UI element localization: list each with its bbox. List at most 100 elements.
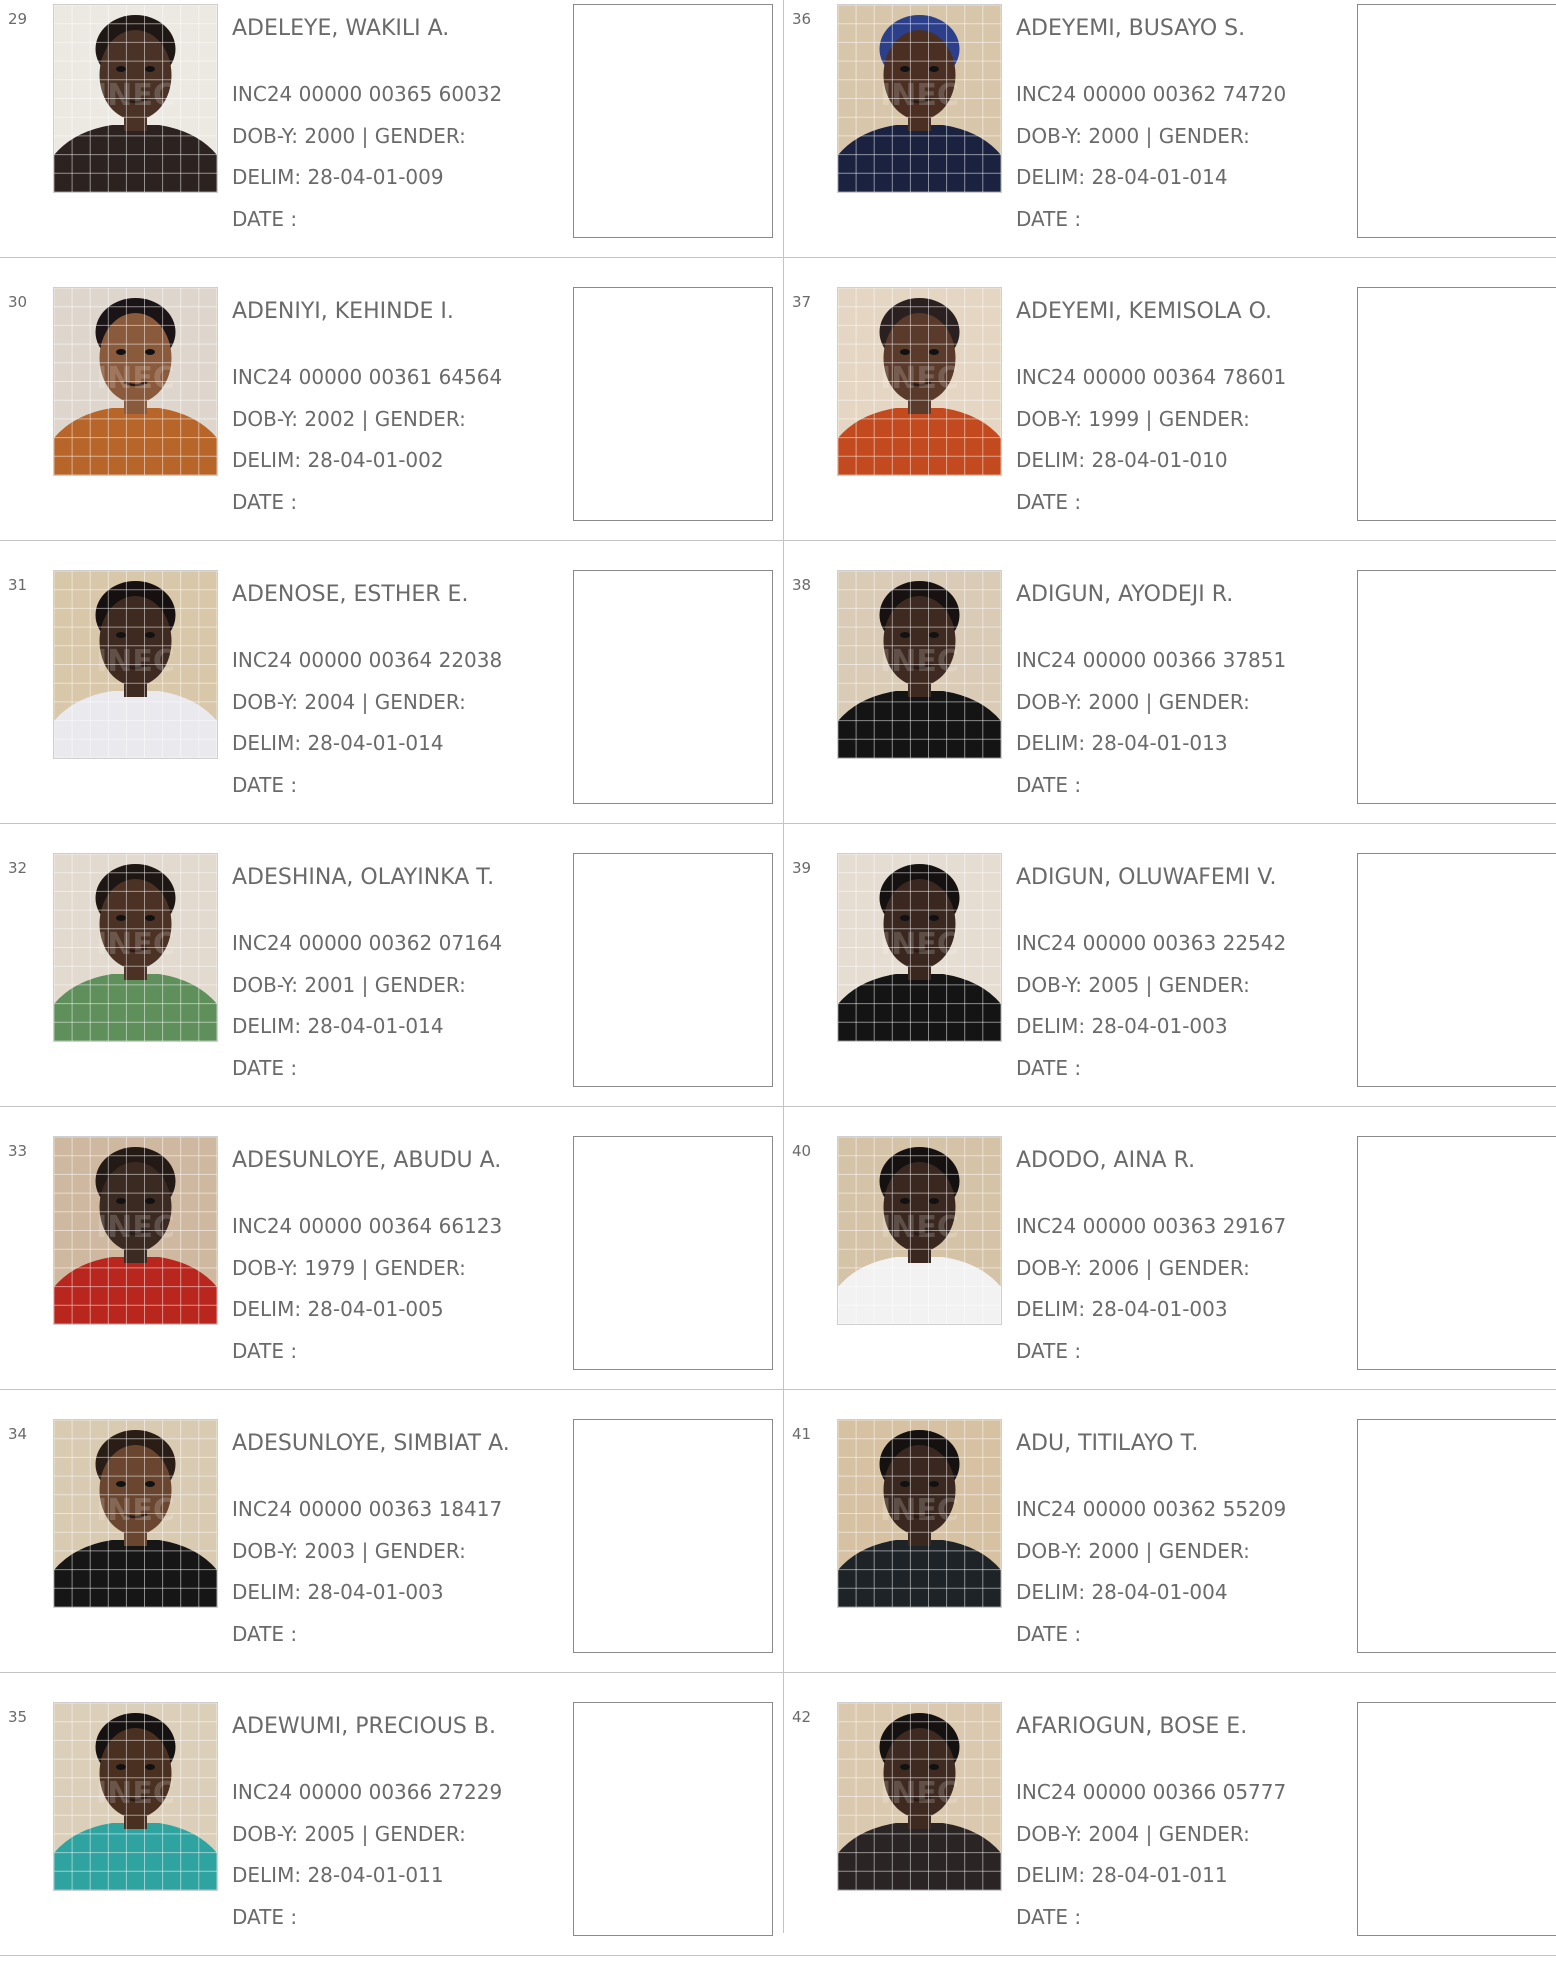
- voter-name: ADU, TITILAYO T.: [1016, 1431, 1199, 1456]
- voter-id-number: INC24 00000 00363 18417: [232, 1497, 503, 1521]
- voter-id-number: INC24 00000 00363 22542: [1016, 931, 1287, 955]
- dob-year: 2001: [304, 973, 356, 997]
- svg-text:INEC: INEC: [880, 927, 959, 962]
- entry-number: 30: [8, 293, 28, 311]
- gender-label: | GENDER:: [1145, 1822, 1250, 1846]
- voter-photo: INEC: [837, 853, 1002, 1042]
- voter-entry: 42 INEC AFARIOGUN, BOSE E. INC24 00000 0036…: [784, 1698, 1556, 1981]
- voter-entry: 40 INEC ADODO, AINA R. INC24 00000 00363 29…: [784, 1132, 1556, 1415]
- voter-photo: INEC: [53, 4, 218, 193]
- gender-label: | GENDER:: [1145, 1539, 1250, 1563]
- dob-gender-line: DOB-Y: 2004 | GENDER:: [232, 690, 466, 714]
- voter-id-number: INC24 00000 00363 29167: [1016, 1214, 1287, 1238]
- delim-code: 28-04-01-009: [307, 165, 444, 189]
- voter-entry: 35 INEC ADEWUMI, PRECIOUS B. INC24 00000 00…: [0, 1698, 784, 1981]
- delim-line: DELIM: 28-04-01-010: [1016, 448, 1228, 472]
- voter-photo: INEC: [53, 853, 218, 1042]
- voter-entry: 34 INEC ADESUNLOYE, SIMBIAT A. INC24 00000 …: [0, 1415, 784, 1698]
- gender-label: | GENDER:: [361, 690, 466, 714]
- voter-name: AFARIOGUN, BOSE E.: [1016, 1714, 1248, 1739]
- svg-text:INEC: INEC: [880, 644, 959, 679]
- thumbprint-box: [1357, 1419, 1556, 1653]
- thumbprint-box: [573, 1136, 773, 1370]
- dob-gender-line: DOB-Y: 2000 | GENDER:: [232, 124, 466, 148]
- delim-code: 28-04-01-011: [307, 1863, 444, 1887]
- delim-label: DELIM:: [1016, 1297, 1086, 1321]
- entry-number: 32: [8, 859, 28, 877]
- voter-id-number: INC24 00000 00366 27229: [232, 1780, 503, 1804]
- portrait-image: INEC: [54, 1420, 217, 1607]
- voter-entry: 41 INEC ADU, TITILAYO T. INC24 00000 00362 …: [784, 1415, 1556, 1698]
- portrait-image: INEC: [54, 854, 217, 1041]
- voter-id-number: INC24 00000 00365 60032: [232, 82, 503, 106]
- thumbprint-box: [1357, 1136, 1556, 1370]
- svg-text:INEC: INEC: [96, 1493, 175, 1528]
- gender-label: | GENDER:: [361, 407, 466, 431]
- entry-number: 29: [8, 10, 28, 28]
- date-label: DATE :: [1016, 773, 1082, 797]
- dob-gender-line: DOB-Y: 2006 | GENDER:: [1016, 1256, 1250, 1280]
- portrait-image: INEC: [54, 571, 217, 758]
- svg-text:INEC: INEC: [880, 1493, 959, 1528]
- svg-text:INEC: INEC: [96, 927, 175, 962]
- portrait-image: INEC: [838, 288, 1001, 475]
- portrait-image: INEC: [54, 288, 217, 475]
- svg-text:INEC: INEC: [96, 361, 175, 396]
- gender-label: | GENDER:: [1145, 1256, 1250, 1280]
- delim-code: 28-04-01-004: [1091, 1580, 1228, 1604]
- gender-label: | GENDER:: [1145, 690, 1250, 714]
- portrait-image: INEC: [838, 571, 1001, 758]
- row-divider: [0, 823, 1556, 824]
- portrait-image: INEC: [838, 854, 1001, 1041]
- voter-entry: 36 INEC ADEYEMI, BUSAYO S. INC24 00000 0036…: [784, 0, 1556, 283]
- voter-entry: 29 INEC ADELEYE, WAKILI A. INC24 00000 0036…: [0, 0, 784, 283]
- svg-text:INEC: INEC: [96, 78, 175, 113]
- row-divider: [0, 257, 1556, 258]
- delim-line: DELIM: 28-04-01-003: [232, 1580, 444, 1604]
- delim-label: DELIM:: [1016, 165, 1086, 189]
- entry-number: 38: [792, 576, 812, 594]
- dob-year: 2003: [304, 1539, 356, 1563]
- voter-name: ADELEYE, WAKILI A.: [232, 16, 450, 41]
- dob-year: 2004: [304, 690, 356, 714]
- delim-line: DELIM: 28-04-01-011: [1016, 1863, 1228, 1887]
- voter-photo: INEC: [53, 287, 218, 476]
- date-label: DATE :: [232, 490, 298, 514]
- voter-id-number: INC24 00000 00364 78601: [1016, 365, 1287, 389]
- thumbprint-box: [573, 287, 773, 521]
- voter-photo: INEC: [53, 570, 218, 759]
- row-divider: [0, 1955, 1556, 1956]
- gender-label: | GENDER:: [1145, 124, 1250, 148]
- delim-code: 28-04-01-005: [307, 1297, 444, 1321]
- portrait-image: INEC: [838, 1420, 1001, 1607]
- voter-photo: INEC: [837, 287, 1002, 476]
- entry-number: 31: [8, 576, 28, 594]
- date-label: DATE :: [232, 1056, 298, 1080]
- entry-number: 37: [792, 293, 812, 311]
- svg-text:INEC: INEC: [880, 1776, 959, 1811]
- delim-code: 28-04-01-003: [307, 1580, 444, 1604]
- voter-id-number: INC24 00000 00361 64564: [232, 365, 503, 389]
- delim-label: DELIM:: [232, 165, 302, 189]
- voter-photo: INEC: [837, 1702, 1002, 1891]
- delim-line: DELIM: 28-04-01-014: [232, 1014, 444, 1038]
- dob-label: DOB-Y:: [232, 690, 299, 714]
- svg-text:INEC: INEC: [880, 361, 959, 396]
- date-label: DATE :: [232, 1622, 298, 1646]
- svg-text:INEC: INEC: [880, 1210, 959, 1245]
- voter-entry: 38 INEC ADIGUN, AYODEJI R. INC24 00000 0036…: [784, 566, 1556, 849]
- row-divider: [0, 1672, 1556, 1673]
- voter-register-page: 29 INEC ADELEYE, WAKILI A. INC24 00000 0036…: [0, 0, 1556, 1956]
- delim-code: 28-04-01-003: [1091, 1014, 1228, 1038]
- voter-photo: INEC: [53, 1702, 218, 1891]
- portrait-image: INEC: [838, 1137, 1001, 1324]
- gender-label: | GENDER:: [361, 1539, 466, 1563]
- voter-id-number: INC24 00000 00364 22038: [232, 648, 503, 672]
- portrait-image: INEC: [838, 5, 1001, 192]
- date-label: DATE :: [232, 773, 298, 797]
- entry-number: 34: [8, 1425, 28, 1443]
- delim-line: DELIM: 28-04-01-003: [1016, 1297, 1228, 1321]
- date-label: DATE :: [232, 1905, 298, 1929]
- portrait-image: INEC: [54, 5, 217, 192]
- dob-label: DOB-Y:: [1016, 124, 1083, 148]
